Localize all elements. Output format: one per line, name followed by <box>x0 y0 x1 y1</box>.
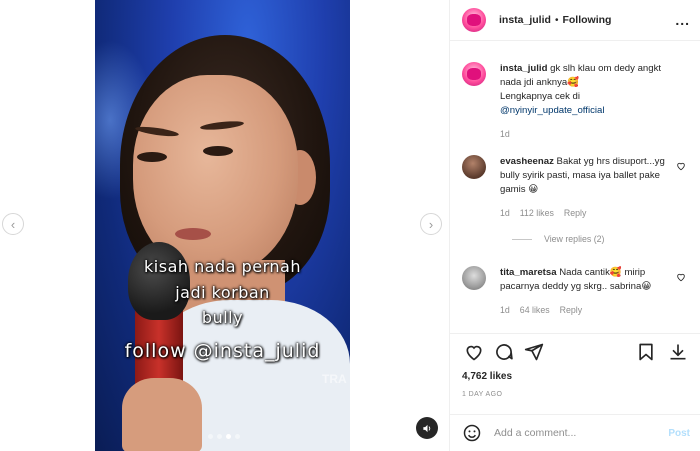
carousel-dot[interactable] <box>217 434 222 439</box>
emoji-icon[interactable] <box>462 423 482 443</box>
header-username[interactable]: insta_julid <box>499 14 551 26</box>
sound-toggle-button[interactable] <box>416 417 438 439</box>
media-area: kisah nada pernah jadi korban bully foll… <box>0 0 449 451</box>
post-side-panel: insta_julid • Following ... insta_julid … <box>449 0 700 451</box>
caption-mention-link[interactable]: @nyinyir_update_official <box>500 105 605 116</box>
video-caption-line-2: jadi korban <box>175 283 270 302</box>
comment-item: tita_maretsa Nada cantik🥰 mirip pacarnya… <box>462 266 690 317</box>
comment-item: evasheenaz Bakat yg hrs disuport...yg bu… <box>462 155 690 220</box>
action-bar <box>450 333 700 363</box>
comment-icon[interactable] <box>492 340 516 364</box>
caption-username[interactable]: insta_julid <box>500 63 547 74</box>
video-caption-line-4: follow @insta_julid <box>124 340 321 362</box>
heart-icon[interactable] <box>462 340 486 364</box>
more-horizontal-icon[interactable]: ... <box>675 12 690 28</box>
comment-input[interactable] <box>494 427 644 439</box>
video-caption-line-1: kisah nada pernah <box>144 257 301 276</box>
reply-button[interactable]: Reply <box>564 206 587 220</box>
post-header: insta_julid • Following ... <box>450 0 700 41</box>
comment-likes-count[interactable]: 112 likes <box>520 206 554 220</box>
divider-line <box>512 238 532 240</box>
carousel-dot[interactable] <box>235 434 240 439</box>
view-replies-button[interactable]: View replies (2) <box>512 234 690 244</box>
instagram-post-window: kisah nada pernah jadi korban bully foll… <box>0 0 700 451</box>
video-watermark: TRA <box>322 372 347 386</box>
comment-age: 1d <box>500 305 510 315</box>
view-replies-label: View replies (2) <box>544 234 605 244</box>
carousel-dot[interactable] <box>208 434 213 439</box>
lips <box>175 228 211 240</box>
heart-icon[interactable] <box>676 272 686 282</box>
avatar-logo <box>467 68 481 80</box>
bookmark-icon[interactable] <box>634 340 658 364</box>
share-icon[interactable] <box>522 340 546 364</box>
avatar-logo <box>467 14 481 26</box>
video-caption-line-3: bully <box>201 308 244 327</box>
post-caption: insta_julid gk slh klau om dedy angkt na… <box>462 62 690 141</box>
carousel-dots <box>208 434 240 439</box>
avatar[interactable] <box>462 155 486 179</box>
speaker-icon <box>422 424 430 432</box>
avatar[interactable] <box>462 8 486 32</box>
comment-likes-count[interactable]: 64 likes <box>520 303 550 317</box>
heart-icon[interactable] <box>676 161 686 171</box>
next-button[interactable]: › <box>420 213 442 235</box>
chevron-left-icon: ‹ <box>10 216 16 232</box>
following-button[interactable]: Following <box>562 14 611 26</box>
girl-hand <box>122 378 202 451</box>
post-timestamp: 1 DAY AGO <box>462 391 503 398</box>
add-comment-bar: Post <box>450 414 700 451</box>
carousel-dot-active[interactable] <box>226 434 231 439</box>
chevron-right-icon: › <box>428 216 434 232</box>
eye-left <box>137 152 167 162</box>
avatar[interactable] <box>462 266 486 290</box>
previous-button[interactable]: ‹ <box>2 213 24 235</box>
post-comment-button[interactable]: Post <box>668 428 690 439</box>
eye-right <box>203 146 233 156</box>
likes-count[interactable]: 4,762 likes <box>462 371 512 382</box>
caption-age: 1d <box>500 129 510 139</box>
reply-button[interactable]: Reply <box>560 303 583 317</box>
download-icon[interactable] <box>666 340 690 364</box>
comment-username[interactable]: evasheenaz <box>500 156 554 167</box>
comment-username[interactable]: tita_maretsa <box>500 267 557 278</box>
header-separator: • <box>554 14 559 26</box>
comment-age: 1d <box>500 208 510 218</box>
comments-list: insta_julid gk slh klau om dedy angkt na… <box>450 42 700 332</box>
avatar[interactable] <box>462 62 486 86</box>
caption-text-line-2: Lengkapnya cek di <box>500 91 581 102</box>
